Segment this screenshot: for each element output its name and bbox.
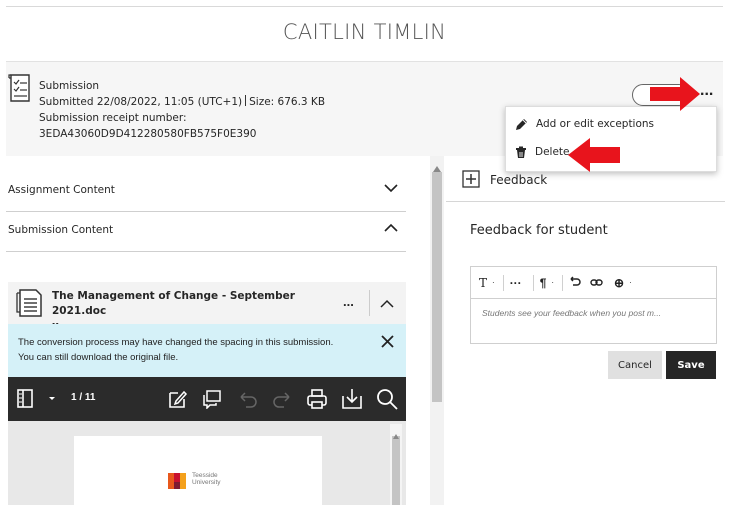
notice-line2: You can still download the original file… [18,352,179,363]
save-button[interactable]: Save [666,351,716,379]
accordion-label: Assignment Content [8,184,115,196]
logo-line2: University [192,479,221,486]
main-scrollbar-thumb[interactable] [432,172,442,402]
print-icon[interactable] [306,388,328,415]
chevron-down-icon [384,183,398,196]
menu-item-label: Add or edit exceptions [536,118,655,130]
comment-icon[interactable] [202,389,222,414]
submission-label: Submission [39,80,100,92]
link-button[interactable] [590,276,603,290]
submitted-date: Submitted 22/08/2022, 11:05 (UTC+1) [39,96,243,108]
paragraph-button[interactable]: ¶ [540,276,547,290]
accordion-submission-content[interactable]: Submission Content [6,211,406,252]
scroll-up-icon[interactable] [393,426,399,444]
feedback-editor[interactable]: T · ··· ¶ · ⊕ · Students see your feedback … [470,266,717,344]
notice-line1: The conversion process may have changed … [18,337,334,348]
pencil-icon [516,118,527,130]
file-collapse-button[interactable] [380,296,394,314]
annotation-arrow-icon [650,77,700,111]
accordion-label: Submission Content [8,224,114,236]
menu-item-label: Delete [535,146,570,158]
university-logo-text: Teesside University [192,472,221,486]
cancel-button[interactable]: Cancel [608,351,662,379]
link-icon [590,278,603,286]
divider [446,201,725,202]
submission-size: Size: 676.3 KB [249,96,326,108]
caret-down-icon[interactable] [48,391,56,409]
caret-down-icon: · [629,278,632,287]
sidebar-toggle-icon[interactable] [17,389,39,414]
editor-toolbar: T · ··· ¶ · ⊕ · [471,267,716,299]
top-divider [6,6,723,7]
more-format-button[interactable]: ··· [510,276,522,290]
tab-feedback-label: Feedback [490,173,548,187]
undo-button[interactable] [569,275,581,290]
submission-meta: Submitted 22/08/2022, 11:05 (UTC+1) Size:… [39,94,325,110]
caret-down-icon: · [492,278,495,287]
text-format-button[interactable]: T [479,276,487,290]
undo-icon[interactable] [238,390,258,413]
submission-more-button[interactable]: ... [700,82,713,100]
add-feedback-icon [462,170,480,191]
tab-feedback[interactable]: Feedback [462,170,547,191]
submission-doc-icon [8,74,32,104]
accordion-assignment-content[interactable]: Assignment Content [6,171,406,212]
redo-icon[interactable] [272,390,292,413]
page-title: CAITLIN TIMLIN [282,20,447,44]
logo-line1: Teesside [192,472,218,479]
receipt-number: 3EDA43060D9D412280580FB575F0E390 [39,128,257,140]
file-name-line1: The Management of Change - September 202… [52,290,295,317]
university-logo-icon [166,470,188,497]
receipt-label: Submission receipt number: [39,112,187,124]
insert-button[interactable]: ⊕ [614,276,624,290]
undo-icon [570,275,581,286]
conversion-notice: The conversion process may have changed … [8,324,406,377]
close-icon[interactable] [381,335,394,351]
document-viewer-toolbar: 1 / 11 [8,377,406,421]
trash-icon [516,146,526,158]
download-icon[interactable] [341,388,363,415]
annotation-arrow-icon [568,138,620,172]
page-indicator: 1 / 11 [71,392,96,403]
scroll-up-icon[interactable] [433,159,441,177]
divider [369,290,370,316]
submission-info: Submission Submitted 22/08/2022, 11:05 (… [39,78,325,142]
editor-placeholder: Students see your feedback when you post… [482,308,662,318]
annotate-icon[interactable] [168,389,188,414]
file-more-button[interactable]: ... [343,294,354,309]
document-icon [16,288,44,323]
document-page [74,436,322,505]
feedback-heading: Feedback for student [470,223,608,238]
caret-down-icon: · [551,278,555,287]
menu-item-add-edit-exceptions[interactable]: Add or edit exceptions [506,111,716,137]
chevron-up-icon [384,223,398,236]
viewer-scrollbar-thumb[interactable] [392,436,400,505]
search-icon[interactable] [376,388,398,415]
